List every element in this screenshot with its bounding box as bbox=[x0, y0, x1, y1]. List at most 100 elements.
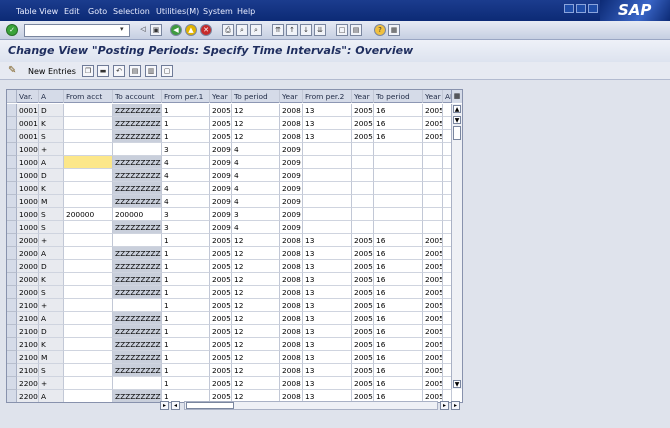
column-header[interactable]: From acct bbox=[64, 90, 113, 103]
table-cell[interactable]: 12 bbox=[232, 351, 280, 364]
table-cell[interactable]: 16 bbox=[374, 351, 423, 364]
table-cell[interactable]: 2009 bbox=[210, 156, 232, 169]
table-cell[interactable] bbox=[423, 195, 443, 208]
table-cell[interactable]: 2009 bbox=[210, 169, 232, 182]
table-cell[interactable] bbox=[113, 377, 162, 390]
table-cell[interactable]: 2009 bbox=[280, 156, 303, 169]
scroll-first-icon[interactable]: ▸ bbox=[160, 401, 169, 410]
table-cell[interactable]: 2005 bbox=[210, 273, 232, 286]
scroll-up-icon[interactable]: ▲ bbox=[453, 105, 461, 113]
column-header[interactable]: Year bbox=[352, 90, 374, 103]
table-cell[interactable]: 200000 bbox=[113, 208, 162, 221]
table-cell[interactable]: ZZZZZZZZZZ bbox=[113, 104, 162, 117]
table-cell[interactable] bbox=[303, 156, 352, 169]
table-cell[interactable]: 2005 bbox=[210, 130, 232, 143]
table-cell[interactable] bbox=[352, 143, 374, 156]
table-cell[interactable]: 2005 bbox=[352, 260, 374, 273]
table-cell[interactable]: 2008 bbox=[280, 338, 303, 351]
table-cell[interactable]: 1 bbox=[162, 247, 210, 260]
column-header[interactable]: To period bbox=[232, 90, 280, 103]
select-block-icon[interactable]: ▥ bbox=[145, 65, 157, 77]
column-header[interactable]: From per.2 bbox=[303, 90, 352, 103]
table-cell[interactable] bbox=[303, 221, 352, 234]
table-cell[interactable] bbox=[352, 182, 374, 195]
column-header[interactable]: From per.1 bbox=[162, 90, 210, 103]
column-header[interactable]: A bbox=[39, 90, 64, 103]
table-cell[interactable]: 2005 bbox=[352, 104, 374, 117]
table-cell[interactable]: 200000 bbox=[64, 208, 113, 221]
horizontal-scrollbar[interactable]: ▸ ◂ ▸ ▸ bbox=[160, 401, 463, 411]
table-cell[interactable]: 1 bbox=[162, 260, 210, 273]
table-cell[interactable] bbox=[64, 104, 113, 117]
scroll-last-icon[interactable]: ▸ bbox=[451, 401, 460, 410]
table-cell[interactable]: 2008 bbox=[280, 104, 303, 117]
table-cell[interactable]: 2009 bbox=[210, 195, 232, 208]
table-cell[interactable]: 1 bbox=[162, 117, 210, 130]
table-cell[interactable] bbox=[64, 312, 113, 325]
table-cell[interactable]: 2009 bbox=[280, 182, 303, 195]
deselect-all-icon[interactable]: ▢ bbox=[161, 65, 173, 77]
table-cell[interactable] bbox=[423, 221, 443, 234]
column-header[interactable]: To account bbox=[113, 90, 162, 103]
table-cell[interactable]: 12 bbox=[232, 299, 280, 312]
table-cell[interactable]: ZZZZZZZZZZ bbox=[113, 273, 162, 286]
table-cell[interactable]: 1 bbox=[162, 338, 210, 351]
table-cell[interactable]: 13 bbox=[303, 130, 352, 143]
scroll-right-icon[interactable]: ▸ bbox=[440, 401, 449, 410]
table-cell[interactable]: 12 bbox=[232, 130, 280, 143]
table-cell[interactable]: 2005 bbox=[423, 117, 443, 130]
table-cell[interactable]: 2008 bbox=[280, 351, 303, 364]
table-cell[interactable]: 16 bbox=[374, 117, 423, 130]
table-cell[interactable]: 13 bbox=[303, 377, 352, 390]
table-cell[interactable]: 2008 bbox=[280, 299, 303, 312]
save-icon[interactable]: ▣ bbox=[150, 24, 162, 36]
table-cell[interactable]: 12 bbox=[232, 377, 280, 390]
table-cell[interactable]: 2005 bbox=[352, 247, 374, 260]
table-cell[interactable]: 4 bbox=[232, 221, 280, 234]
table-cell[interactable]: 1 bbox=[162, 351, 210, 364]
table-cell[interactable]: 2008 bbox=[280, 117, 303, 130]
table-cell[interactable]: 2009 bbox=[210, 182, 232, 195]
table-cell[interactable]: ZZZZZZZZZZ bbox=[113, 325, 162, 338]
table-cell[interactable]: 2009 bbox=[280, 169, 303, 182]
table-cell[interactable] bbox=[423, 143, 443, 156]
table-cell[interactable] bbox=[303, 169, 352, 182]
scroll-thumb[interactable] bbox=[453, 126, 461, 140]
column-header[interactable]: To period bbox=[374, 90, 423, 103]
table-cell[interactable]: ZZZZZZZZZZ bbox=[113, 390, 162, 402]
cancel-icon[interactable]: ✕ bbox=[200, 24, 212, 36]
table-cell[interactable]: 2009 bbox=[280, 195, 303, 208]
table-cell[interactable]: 2005 bbox=[352, 299, 374, 312]
table-cell[interactable] bbox=[303, 195, 352, 208]
table-cell[interactable]: 2005 bbox=[352, 117, 374, 130]
table-cell[interactable]: ZZZZZZZZZZ bbox=[113, 247, 162, 260]
command-dropdown-icon[interactable]: ▾ bbox=[120, 25, 129, 36]
hscroll-track[interactable] bbox=[184, 401, 438, 410]
table-cell[interactable] bbox=[423, 208, 443, 221]
scroll-left-icon[interactable]: ◂ bbox=[171, 401, 180, 410]
exit-icon[interactable]: ▲ bbox=[185, 24, 197, 36]
first-page-icon[interactable]: ⇈ bbox=[272, 24, 284, 36]
table-cell[interactable] bbox=[64, 390, 113, 402]
hscroll-thumb[interactable] bbox=[186, 402, 234, 409]
table-cell[interactable] bbox=[113, 234, 162, 247]
table-cell[interactable] bbox=[303, 208, 352, 221]
last-page-icon[interactable]: ⇊ bbox=[314, 24, 326, 36]
table-cell[interactable] bbox=[64, 195, 113, 208]
table-cell[interactable]: 13 bbox=[303, 234, 352, 247]
table-cell[interactable]: 2005 bbox=[423, 247, 443, 260]
table-cell[interactable] bbox=[113, 143, 162, 156]
new-session-icon[interactable]: □ bbox=[336, 24, 348, 36]
table-cell[interactable]: 2005 bbox=[210, 299, 232, 312]
table-cell[interactable] bbox=[423, 169, 443, 182]
new-entries-button[interactable]: New Entries bbox=[24, 64, 80, 78]
table-cell[interactable] bbox=[352, 156, 374, 169]
table-cell[interactable]: 2008 bbox=[280, 247, 303, 260]
table-cell[interactable] bbox=[352, 208, 374, 221]
column-header[interactable]: Year bbox=[210, 90, 232, 103]
table-cell[interactable] bbox=[423, 156, 443, 169]
table-cell[interactable]: 4 bbox=[162, 156, 210, 169]
table-cell[interactable]: 16 bbox=[374, 299, 423, 312]
table-cell[interactable]: 13 bbox=[303, 117, 352, 130]
display-change-icon[interactable]: ✎ bbox=[8, 65, 20, 77]
